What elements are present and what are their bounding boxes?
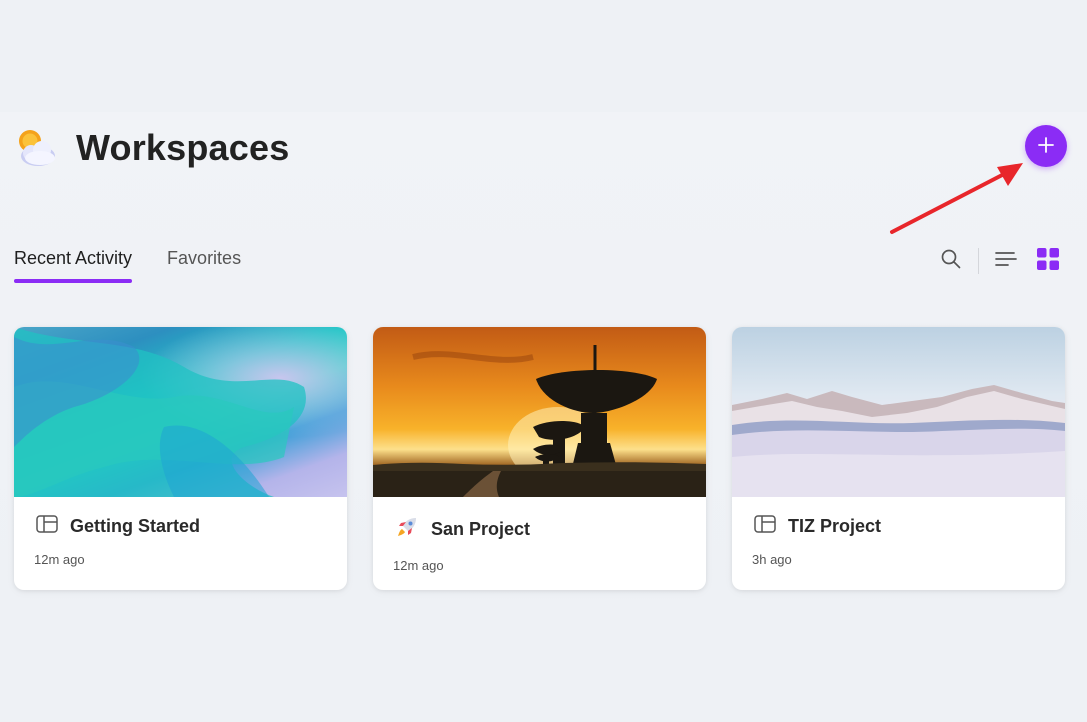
card-title: TIZ Project <box>788 516 882 536</box>
view-toolbar <box>938 247 1061 276</box>
add-workspace-button[interactable] <box>1025 125 1067 167</box>
sun-behind-cloud-icon <box>14 126 58 170</box>
workspace-card-san-project[interactable]: San Project 12m ago <box>373 327 706 590</box>
workspace-card-tiz-project[interactable]: TIZ Project 3h ago <box>732 327 1065 590</box>
card-timestamp: 12m ago <box>34 552 85 567</box>
card-timestamp: 3h ago <box>752 552 792 567</box>
page-title: Workspaces <box>76 127 290 168</box>
card-title: San Project <box>431 519 531 539</box>
card-body: TIZ Project 3h ago <box>732 497 1065 567</box>
list-view-button[interactable] <box>993 248 1019 274</box>
tab-recent-activity[interactable]: Recent Activity <box>14 248 133 283</box>
card-image-radio-telescope <box>373 327 706 497</box>
search-button[interactable] <box>938 248 964 274</box>
card-image-silk <box>14 327 347 497</box>
layout-icon <box>36 515 58 538</box>
layout-icon <box>754 515 776 538</box>
card-title-row: TIZ Project <box>754 515 1045 538</box>
tab-favorites[interactable]: Favorites <box>167 248 241 281</box>
card-title-row: San Project <box>395 515 686 544</box>
search-icon <box>940 248 962 275</box>
grid-view-icon <box>1036 247 1060 276</box>
workspace-card-grid: Getting Started 12m ago San Project 12m … <box>14 327 1065 590</box>
page-header: Workspaces <box>14 126 289 170</box>
workspaces-page: Workspaces Recent Activity Favorites Get… <box>0 0 1087 722</box>
annotation-arrow <box>890 163 1023 234</box>
card-title: Getting Started <box>70 516 201 536</box>
workspace-card-getting-started[interactable]: Getting Started 12m ago <box>14 327 347 590</box>
list-view-icon <box>994 248 1018 275</box>
toolbar-divider <box>978 248 979 274</box>
tab-bar: Recent Activity Favorites <box>14 248 241 283</box>
rocket-icon <box>395 515 419 544</box>
plus-icon <box>1036 135 1056 158</box>
grid-view-button[interactable] <box>1035 247 1061 276</box>
card-timestamp: 12m ago <box>393 558 444 573</box>
card-body: San Project 12m ago <box>373 497 706 573</box>
card-image-snowy-mountains <box>732 327 1065 497</box>
card-title-row: Getting Started <box>36 515 327 538</box>
card-body: Getting Started 12m ago <box>14 497 347 567</box>
